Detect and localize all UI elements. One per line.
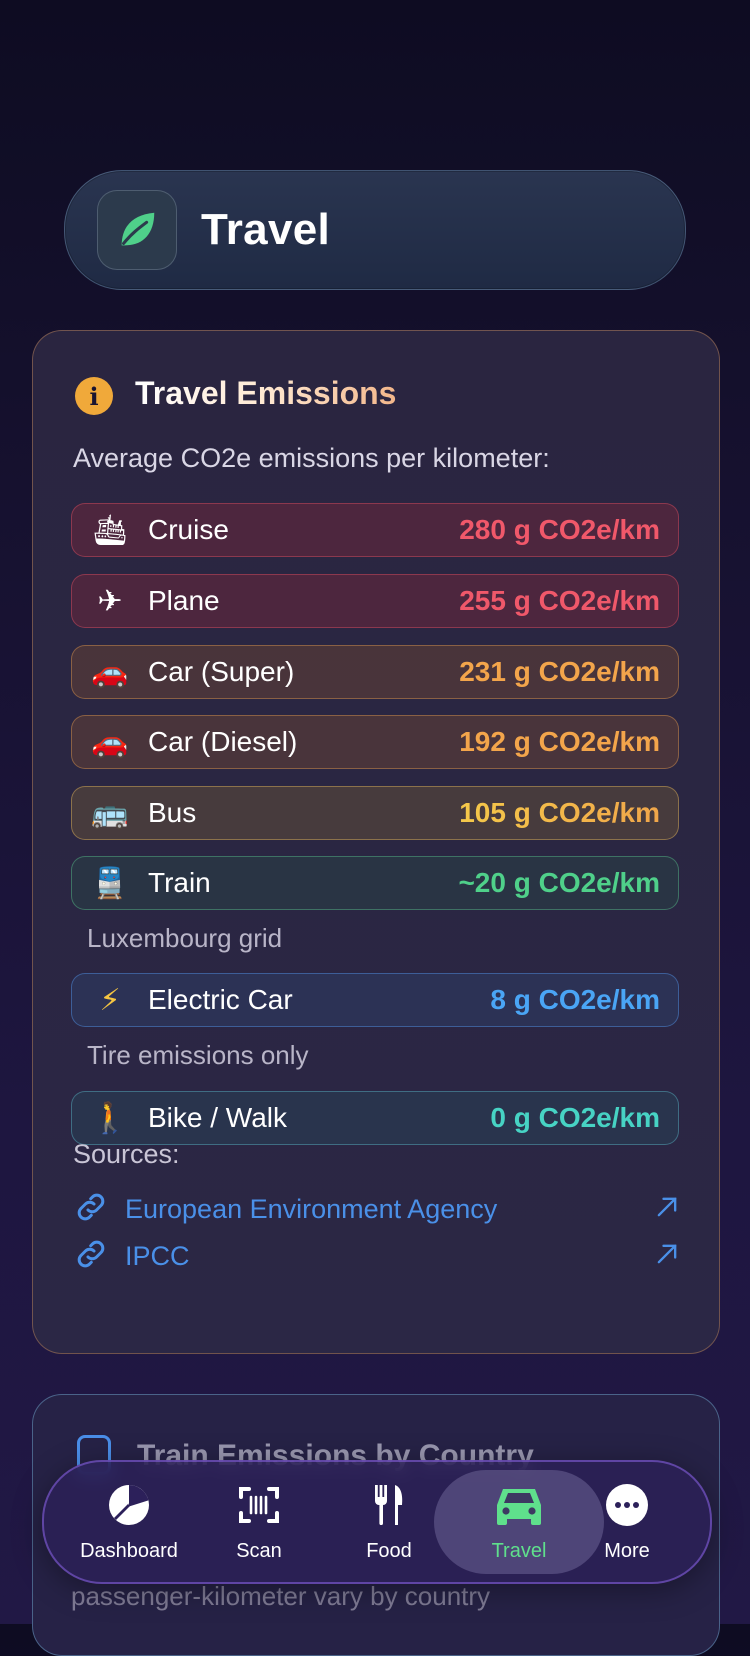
tab-label: More [604,1540,650,1562]
train-icon: 🚆 [91,865,129,901]
row-value: 231 g CO2e/km [459,656,660,687]
emission-row-train: 🚆 Train ~20 g CO2e/km [71,856,679,910]
emission-row-bike-walk: 🚶 Bike / Walk 0 g CO2e/km [71,1091,679,1145]
row-label: Cruise [148,514,229,545]
sources-label: Sources: [73,1139,180,1169]
source-label: IPCC [125,1240,190,1271]
card-subtitle: Average CO2e emissions per kilometer: [73,443,550,473]
tab-label: Food [366,1540,412,1562]
row-label: Car (Diesel) [148,726,298,757]
page-title: Travel [201,205,331,254]
emission-row-car-diesel: 🚗 Car (Diesel) 192 g CO2e/km [71,715,679,769]
link-icon [73,1189,125,1230]
walking-person-icon: 🚶 [91,1100,129,1136]
car-icon [491,1481,547,1534]
tab-dashboard[interactable]: Dashboard [64,1470,194,1574]
electric-car-note: Tire emissions only [87,1040,309,1070]
bus-icon: 🚌 [91,795,129,831]
cruise-ship-icon: 🛳 [90,512,130,548]
external-link-icon [653,1193,683,1226]
tab-label: Scan [236,1540,282,1562]
link-icon [73,1236,125,1277]
car-icon: 🚗 [91,724,129,760]
more-icon [603,1481,651,1534]
leaf-icon [97,190,177,270]
emission-row-car-super: 🚗 Car (Super) 231 g CO2e/km [71,645,679,699]
emission-row-bus: 🚌 Bus 105 g CO2e/km [71,786,679,840]
info-icon: i [75,377,113,415]
row-value: 0 g CO2e/km [490,1102,660,1133]
row-label: Bus [148,797,197,828]
airplane-icon: ✈ [97,583,123,619]
emission-row-plane: ✈ Plane 255 g CO2e/km [71,574,679,628]
lightning-icon: ⚡ [99,982,121,1018]
card-subtitle: passenger-kilometer vary by country [71,1581,491,1611]
tab-scan[interactable]: Scan [194,1470,324,1574]
row-value: 192 g CO2e/km [459,726,660,757]
row-value: 255 g CO2e/km [459,585,660,616]
car-icon: 🚗 [91,654,129,690]
tab-more[interactable]: More [562,1470,692,1574]
tab-label: Travel [491,1540,547,1562]
travel-emissions-card: i Travel Emissions Average CO2e emission… [32,330,720,1354]
fork-knife-icon [365,1481,413,1534]
train-note: Luxembourg grid [87,923,283,953]
row-value: 8 g CO2e/km [490,984,660,1015]
tab-bar: Dashboard Scan Food Travel More [42,1460,712,1584]
row-label: Car (Super) [148,656,295,687]
header-bar: Travel [64,170,686,290]
row-label: Electric Car [148,984,293,1015]
tab-label: Dashboard [80,1540,178,1562]
source-label: European Environment Agency [125,1193,498,1224]
row-label: Plane [148,585,220,616]
emission-row-cruise: 🛳 Cruise 280 g CO2e/km [71,503,679,557]
emission-row-electric-car: ⚡ Electric Car 8 g CO2e/km [71,973,679,1027]
row-label: Train [148,867,211,898]
card-title: Travel Emissions [135,375,397,411]
row-value: 280 g CO2e/km [459,514,660,545]
source-link-ipcc[interactable]: IPCC [73,1236,683,1276]
barcode-scan-icon [235,1481,283,1534]
pie-chart-icon [105,1481,153,1534]
row-value: 105 g CO2e/km [459,797,678,829]
row-label: Bike / Walk [148,1102,287,1133]
row-value: ~20 g CO2e/km [458,867,660,898]
source-link-eea[interactable]: European Environment Agency [73,1189,683,1229]
external-link-icon [653,1240,683,1273]
